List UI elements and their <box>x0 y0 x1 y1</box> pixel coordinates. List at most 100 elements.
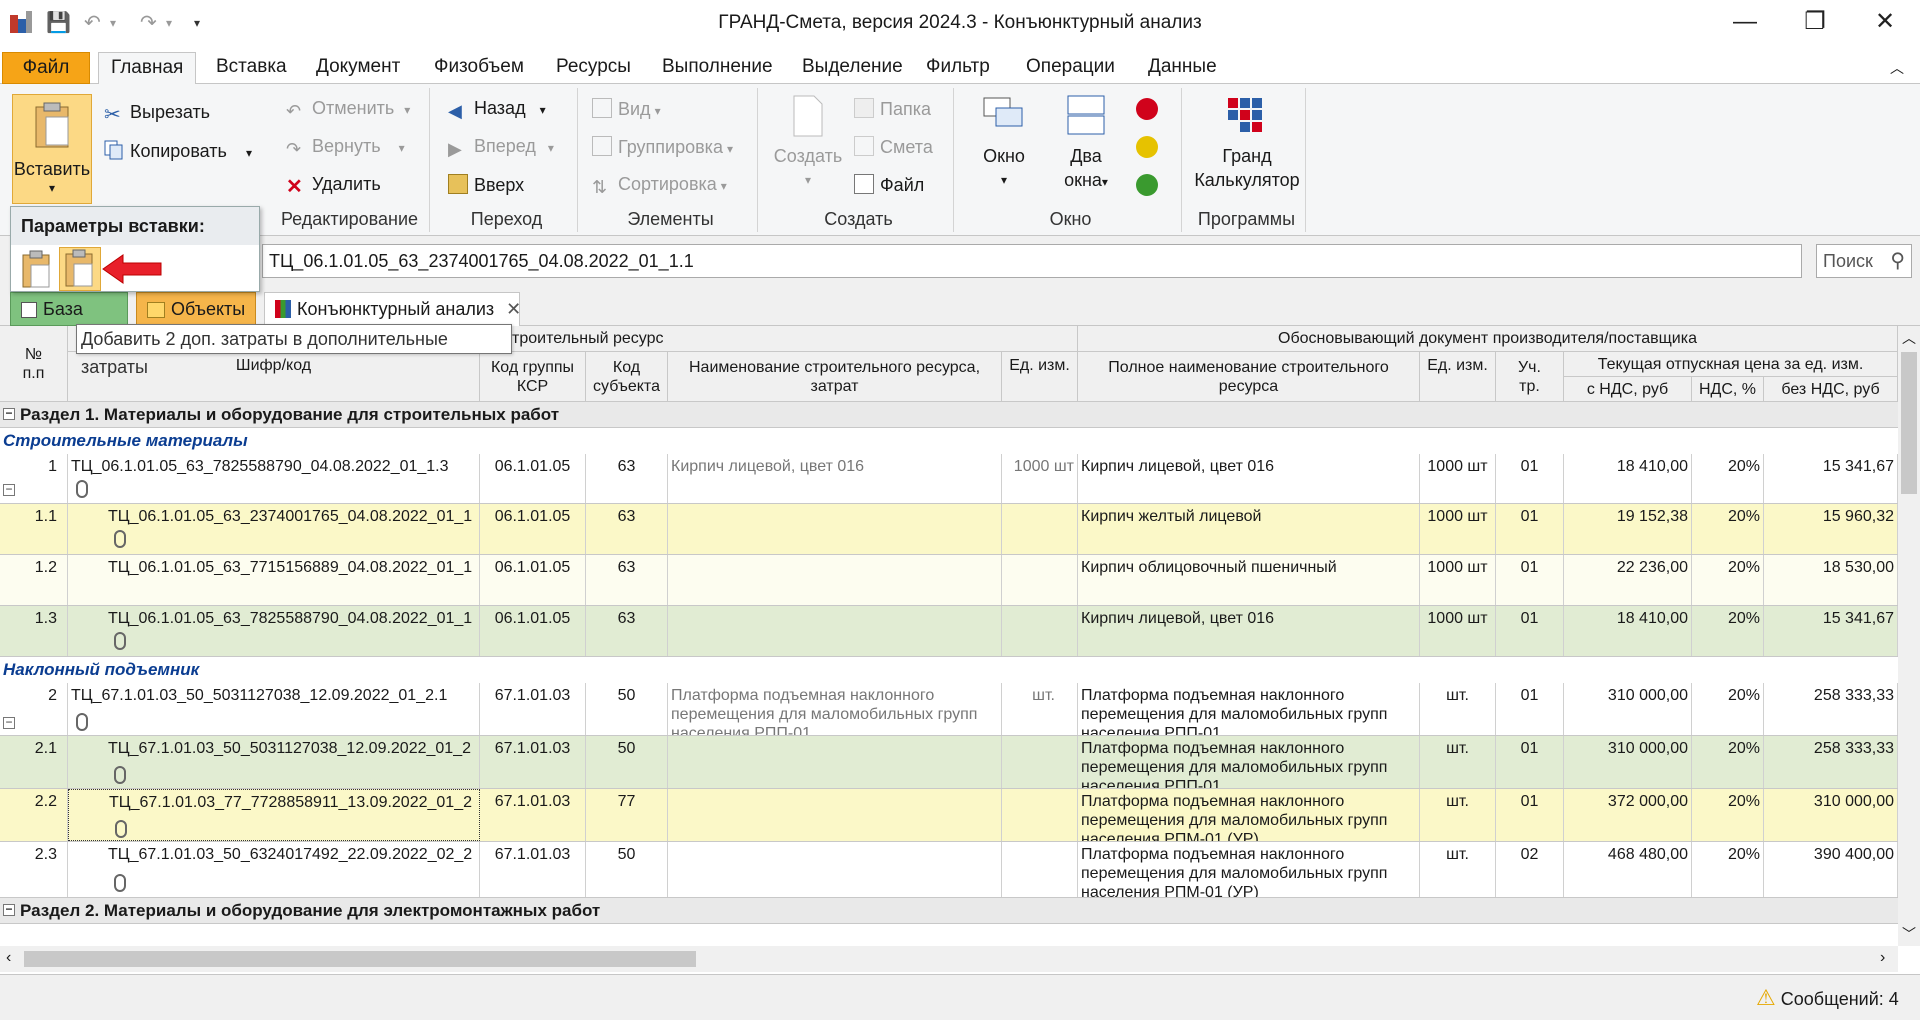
table-row[interactable]: 1.1 ТЦ_06.1.01.05_63_2374001765_04.08.20… <box>0 504 1898 555</box>
cut-button[interactable]: ✂ Вырезать <box>104 102 210 126</box>
pin-green-icon[interactable] <box>1136 174 1158 196</box>
header-group-right-label: Обосновывающий документ производителя/по… <box>1278 330 1697 347</box>
paste-option-2-icon[interactable] <box>59 247 101 291</box>
tab-data[interactable]: Данные <box>1136 52 1229 84</box>
section-row[interactable]: − Раздел 2. Материалы и оборудование для … <box>0 898 1898 924</box>
close-tab-icon[interactable]: ✕ <box>506 299 521 319</box>
cell-fullname: Кирпич облицовочный пшеничный <box>1078 555 1420 605</box>
tab-insert[interactable]: Вставка <box>204 52 299 84</box>
paste-button[interactable]: Вставить ▾ <box>12 94 92 204</box>
path-field[interactable]: ТЦ_06.1.01.05_63_2374001765_04.08.2022_0… <box>262 244 1802 278</box>
tab-resources[interactable]: Ресурсы <box>544 52 643 84</box>
attachment-icon[interactable] <box>115 820 127 838</box>
table-row[interactable]: 1 − ТЦ_06.1.01.05_63_7825588790_04.08.20… <box>0 454 1898 504</box>
delete-button[interactable]: ✕ Удалить <box>286 174 381 198</box>
table-row[interactable]: 2 − ТЦ_67.1.01.03_50_5031127038_12.09.20… <box>0 683 1898 736</box>
cell-code[interactable]: ТЦ_67.1.01.03_50_5031127038_12.09.2022_0… <box>68 736 480 788</box>
tab-operations[interactable]: Операции <box>1014 52 1127 84</box>
scroll-down-icon[interactable]: ﹀ <box>1902 924 1916 944</box>
subsection-row[interactable]: Строительные материалы <box>0 428 1898 454</box>
code-text: ТЦ_67.1.01.03_77_7728858911_13.09.2022_0… <box>109 794 472 811</box>
undo-button[interactable]: ↶ Отменить ▾ <box>286 98 410 121</box>
cell-code[interactable]: ТЦ_67.1.01.03_50_5031127038_12.09.2022_0… <box>68 683 480 735</box>
search-icon[interactable]: ⚲ <box>1890 245 1905 277</box>
tab-execution[interactable]: Выполнение <box>650 52 785 84</box>
scroll-thumb[interactable] <box>24 951 696 967</box>
cell-code[interactable]: ТЦ_06.1.01.05_63_7825588790_04.08.2022_0… <box>68 606 480 656</box>
view-button[interactable]: Вид ▾ <box>592 98 661 120</box>
collapse-ribbon-icon[interactable]: ︿ <box>1890 58 1904 78</box>
tab-market-analysis[interactable]: Конъюнктурный анализ ✕ <box>264 292 521 326</box>
up-button[interactable]: Вверх <box>448 174 524 196</box>
red-arrow-icon <box>101 251 165 287</box>
scroll-up-icon[interactable]: ︿ <box>1902 328 1916 348</box>
scroll-left-icon[interactable]: ‹ <box>6 949 11 967</box>
window-button[interactable]: Окно ▾ <box>964 94 1044 192</box>
tab-document[interactable]: Документ <box>304 52 412 84</box>
tab-home[interactable]: Главная <box>98 52 197 85</box>
header-num-2: п.п <box>22 364 45 382</box>
pin-yellow-icon[interactable] <box>1136 136 1158 158</box>
attachment-icon[interactable] <box>114 766 126 784</box>
scroll-thumb[interactable] <box>1901 352 1917 494</box>
restore-button[interactable]: ❐ <box>1780 0 1850 46</box>
header-tr-2: тр. <box>1519 377 1540 395</box>
attachment-icon[interactable] <box>76 713 88 731</box>
tab-filter[interactable]: Фильтр <box>914 52 1002 84</box>
collapse-minus-icon[interactable]: − <box>3 716 15 729</box>
attachment-icon[interactable] <box>114 874 126 892</box>
attachment-icon[interactable] <box>114 632 126 650</box>
collapse-minus-icon[interactable]: − <box>3 903 15 916</box>
tab-selection[interactable]: Выделение <box>790 52 915 84</box>
tab-objects[interactable]: Объекты <box>136 292 256 326</box>
cell-code[interactable]: ТЦ_06.1.01.05_63_7825588790_04.08.2022_0… <box>68 454 480 503</box>
estimate-button[interactable]: Смета <box>854 136 933 158</box>
tab-volume[interactable]: Физобъем <box>422 52 536 84</box>
file-button[interactable]: Файл <box>854 174 924 196</box>
messages-indicator[interactable]: ⚠ Сообщений: 4 <box>1756 985 1899 1011</box>
cell-tr: 01 <box>1496 736 1564 788</box>
pin-red-icon[interactable] <box>1136 98 1158 120</box>
attachment-icon[interactable] <box>114 530 126 548</box>
grouping-button[interactable]: Группировка ▾ <box>592 136 733 158</box>
grand-calculator-button[interactable]: Гранд Калькулятор <box>1190 94 1304 192</box>
minimize-button[interactable]: — <box>1710 0 1780 46</box>
cell-code[interactable]: ТЦ_06.1.01.05_63_7715156889_04.08.2022_0… <box>68 555 480 605</box>
back-button[interactable]: ◀ Назад ▾ <box>448 98 546 121</box>
header-vat: НДС, % <box>1692 377 1764 402</box>
paste-option-1-icon[interactable] <box>19 249 55 289</box>
table-row[interactable]: 2.3 ТЦ_67.1.01.03_50_6324017492_22.09.20… <box>0 842 1898 898</box>
code-text: ТЦ_06.1.01.05_63_7825588790_04.08.2022_0… <box>71 458 449 475</box>
close-button[interactable]: ✕ <box>1850 0 1920 46</box>
scroll-right-icon[interactable]: › <box>1880 949 1885 967</box>
sort-button[interactable]: ⇅ Сортировка ▾ <box>592 174 727 197</box>
search-input[interactable]: Поиск ⚲ <box>1816 244 1912 278</box>
collapse-minus-icon[interactable]: − <box>3 483 15 496</box>
forward-button[interactable]: ▶ Вперед ▾ <box>448 136 554 159</box>
programs-group-label: Программы <box>1197 209 1296 229</box>
cell-subject: 50 <box>586 683 668 735</box>
create-button[interactable]: Создать ▾ <box>768 94 848 192</box>
cell-code[interactable]: ТЦ_06.1.01.05_63_2374001765_04.08.2022_0… <box>68 504 480 554</box>
table-row[interactable]: 1.3 ТЦ_06.1.01.05_63_7825588790_04.08.20… <box>0 606 1898 657</box>
vertical-scrollbar[interactable]: ︿ ﹀ <box>1898 326 1920 946</box>
collapse-minus-icon[interactable]: − <box>3 407 15 420</box>
table-row[interactable]: 2.1 ТЦ_67.1.01.03_50_5031127038_12.09.20… <box>0 736 1898 789</box>
cell-vat-incl: 22 236,00 <box>1564 555 1692 605</box>
window-label: Окно <box>983 146 1025 166</box>
tab-file[interactable]: Файл <box>2 52 90 84</box>
subsection-row[interactable]: Наклонный подъемник <box>0 657 1898 683</box>
redo-button[interactable]: ↷ Вернуть ▾ <box>286 136 405 159</box>
cell-code[interactable]: ТЦ_67.1.01.03_77_7728858911_13.09.2022_0… <box>68 789 480 841</box>
table-row[interactable]: 2.2 ТЦ_67.1.01.03_77_7728858911_13.09.20… <box>0 789 1898 842</box>
cell-code[interactable]: ТЦ_67.1.01.03_50_6324017492_22.09.2022_0… <box>68 842 480 897</box>
two-windows-button[interactable]: Два окна▾ <box>1046 94 1126 194</box>
cell-name <box>668 555 1002 605</box>
copy-button[interactable]: Копировать ▾ <box>104 140 252 162</box>
table-row[interactable]: 1.2 ТЦ_06.1.01.05_63_7715156889_04.08.20… <box>0 555 1898 606</box>
section-row[interactable]: − Раздел 1. Материалы и оборудование для … <box>0 402 1898 428</box>
folder-button[interactable]: Папка <box>854 98 931 120</box>
tab-base[interactable]: База <box>10 292 128 326</box>
attachment-icon[interactable] <box>76 480 88 498</box>
horizontal-scrollbar[interactable]: ‹ › <box>0 946 1898 972</box>
